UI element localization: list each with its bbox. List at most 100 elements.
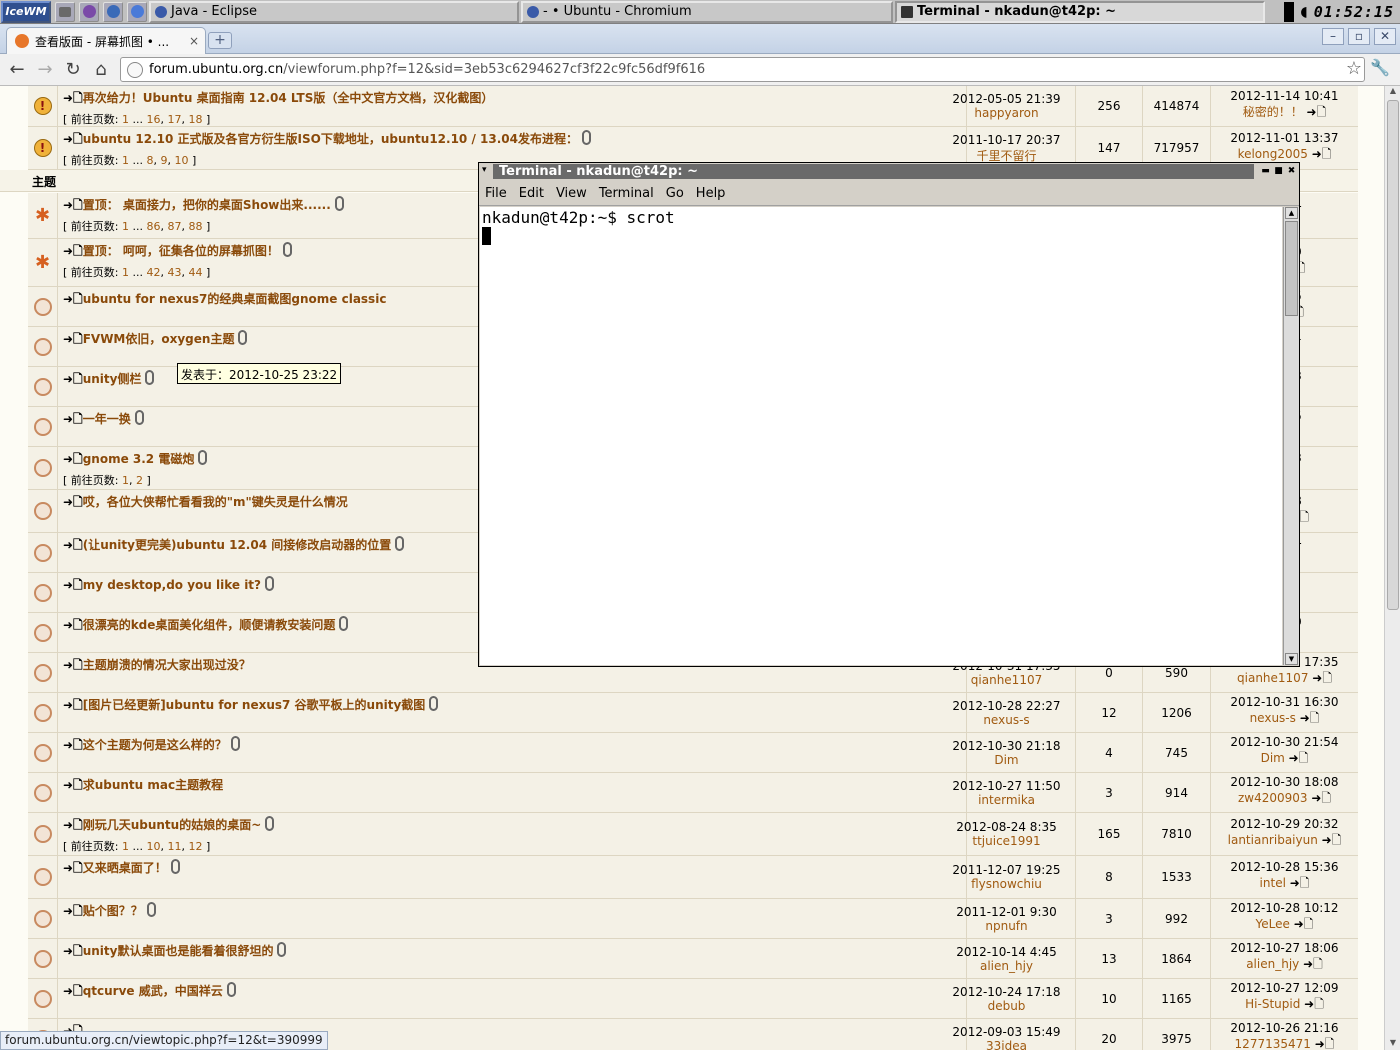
go-to-last-post-icon[interactable]: ➜🗋 [1311,1037,1335,1050]
wrench-menu-icon[interactable]: 🔧 [1370,58,1390,77]
go-to-last-post-icon[interactable]: ➜🗋 [1290,917,1314,931]
last-post-user[interactable]: nexus-s ➜🗋 [1211,709,1358,730]
page-link[interactable]: 1 [122,474,129,487]
page-link[interactable]: 1 [122,840,129,853]
maximize-icon[interactable]: ■ [1273,166,1284,177]
topic-title-link[interactable]: FVWM依旧，oxygen主题 [83,332,235,346]
menu-help[interactable]: Help [696,186,726,201]
new-tab-button[interactable]: + [208,32,232,49]
maximize-button[interactable]: ▫ [1348,28,1370,45]
author-link[interactable]: debub [938,999,1075,1013]
address-bar[interactable]: forum.ubuntu.org.cn/viewforum.php?f=12&s… [120,57,1365,82]
go-to-last-post-icon[interactable]: ➜🗋 [1300,997,1324,1011]
last-post-user[interactable]: alien_hjy ➜🗋 [1211,955,1358,976]
page-link[interactable]: 1 [122,220,129,233]
page-link[interactable]: 18 [189,113,203,126]
page-link[interactable]: 1 [122,154,129,167]
menu-terminal[interactable]: Terminal [599,186,654,201]
taskbar-window-chromium[interactable]: - • Ubuntu - Chromium [521,0,893,23]
volume-icon[interactable]: ◖ [1300,4,1307,20]
topic-title-link[interactable]: 一年一换 [83,412,131,426]
terminal-scroll-down-icon[interactable]: ▼ [1285,653,1298,665]
topic-title-link[interactable]: ubuntu 12.10 正式版及各官方衍生版ISO下载地址，ubuntu12.… [83,132,578,146]
topic-title-link[interactable]: 置顶： 桌面接力，把你的桌面Show出来...... [83,198,331,212]
last-post-user[interactable]: intel ➜🗋 [1211,874,1358,895]
topic-title-link[interactable]: 主题崩溃的情况大家出现过没？ [83,658,251,672]
go-to-last-post-icon[interactable]: ➜🗋 [1303,105,1327,119]
firefox-launcher-icon[interactable] [127,1,147,22]
topic-title-link[interactable]: 又来晒桌面了！ [83,861,167,875]
topic-title-link[interactable]: 这个主题为何是这么样的？ [83,738,227,752]
terminal-output[interactable]: nkadun@t42p:~$ scrot [480,207,1282,665]
desktop-launcher-icon[interactable] [55,1,75,22]
last-post-user[interactable]: qianhe1107 ➜🗋 [1211,669,1358,690]
go-to-last-post-icon[interactable]: ➜🗋 [1285,751,1309,765]
author-link[interactable]: qianhe1107 [938,673,1075,687]
go-to-last-post-icon[interactable]: ➜🗋 [1308,147,1332,161]
go-to-last-post-icon[interactable]: ➜🗋 [1286,876,1310,890]
scroll-down-icon[interactable]: ▼ [1385,1038,1400,1050]
terminal-window[interactable]: ▾ Terminal - nkadun@t42p: ~ ▬ ■ ✖ File E… [478,162,1300,667]
menu-view[interactable]: View [556,186,587,201]
topic-title-link[interactable]: unity侧栏 [83,372,142,386]
page-link[interactable]: 10 [175,154,189,167]
menu-edit[interactable]: Edit [519,186,544,201]
author-link[interactable]: 33idea [938,1039,1075,1050]
page-link[interactable]: 2 [136,474,143,487]
author-link[interactable]: alien_hjy [938,959,1075,973]
page-link[interactable]: 42 [147,266,161,279]
last-post-user[interactable]: YeLee ➜🗋 [1211,915,1358,936]
topic-title-link[interactable]: 哎，各位大侠帮忙看看我的"m"键失灵是什么情况 [83,495,348,509]
topic-title-link[interactable]: 再次给力！Ubuntu 桌面指南 12.04 LTS版（全中文官方文档，汉化截图… [83,91,494,105]
scrollbar-thumb[interactable] [1387,100,1399,610]
author-link[interactable]: intermika [938,793,1075,807]
forward-arrow-icon[interactable]: → [34,59,56,81]
topic-title-link[interactable]: unity默认桌面也是能看着很舒坦的 [83,944,274,958]
page-link[interactable]: 8 [147,154,154,167]
topic-title-link[interactable]: 很漂亮的kde桌面美化组件，顺便请教安装问题 [83,618,336,632]
app-launcher-icon[interactable] [79,1,99,22]
page-link[interactable]: 87 [168,220,182,233]
bookmark-star-icon[interactable]: ☆ [1346,58,1362,79]
last-post-user[interactable]: 秘密的！！ ➜🗋 [1211,103,1358,124]
go-to-last-post-icon[interactable]: ➜🗋 [1318,833,1342,847]
last-post-user[interactable]: 1277135471 ➜🗋 [1211,1035,1358,1050]
go-to-last-post-icon[interactable]: ➜🗋 [1308,791,1331,805]
reload-icon[interactable]: ↻ [62,59,84,81]
page-link[interactable]: 86 [147,220,161,233]
page-link[interactable]: 10 [147,840,161,853]
topic-title-link[interactable]: 求ubuntu mac主题教程 [83,778,223,792]
author-link[interactable]: nexus-s [938,713,1075,727]
page-link[interactable]: 9 [161,154,168,167]
topic-title-link[interactable]: 贴个图？？ [83,904,143,918]
go-to-last-post-icon[interactable]: ➜🗋 [1299,957,1323,971]
topic-title-link[interactable]: gnome 3.2 電磁炮 [83,452,195,466]
page-link[interactable]: 1 [122,266,129,279]
topic-title-link[interactable]: 置顶： 呵呵，征集各位的屏幕抓图！ [83,244,279,258]
last-post-user[interactable]: Dim ➜🗋 [1211,749,1358,770]
close-button[interactable]: ✕ [1374,28,1396,45]
taskbar-window-terminal[interactable]: Terminal - nkadun@t42p: ~ [895,0,1265,23]
page-link[interactable]: 16 [147,113,161,126]
browser-tab[interactable]: 查看版面 - 屏幕抓图 • ... × [6,27,206,54]
page-link[interactable]: 17 [168,113,182,126]
page-link[interactable]: 44 [189,266,203,279]
page-link[interactable]: 12 [189,840,203,853]
start-button[interactable]: IceWM [1,0,51,23]
close-icon[interactable]: ✖ [1286,166,1297,177]
terminal-scroll-up-icon[interactable]: ▲ [1285,207,1298,219]
author-link[interactable]: 千里不留行 [938,147,1075,164]
terminal-titlebar[interactable]: ▾ Terminal - nkadun@t42p: ~ ▬ ■ ✖ [479,163,1299,180]
terminal-scrollbar[interactable]: ▲ ▼ [1283,207,1299,665]
page-scrollbar[interactable]: ▲ ▼ [1384,86,1400,1050]
browser-launcher-icon[interactable] [103,1,123,22]
back-arrow-icon[interactable]: ← [6,59,28,81]
topic-title-link[interactable]: (让unity更完美)ubuntu 12.04 间接修改启动器的位置 [83,538,392,552]
topic-title-link[interactable]: ubuntu for nexus7的经典桌面截图gnome classic [83,292,387,306]
menu-go[interactable]: Go [666,186,684,201]
author-link[interactable]: flysnowchiu [938,877,1075,891]
taskbar-window-eclipse[interactable]: Java - Eclipse [149,0,519,23]
minimize-icon[interactable]: ▬ [1260,166,1271,177]
author-link[interactable]: happyaron [938,106,1075,120]
topic-title-link[interactable]: [图片已经更新]ubuntu for nexus7 谷歌平板上的unity截图 [83,698,426,712]
